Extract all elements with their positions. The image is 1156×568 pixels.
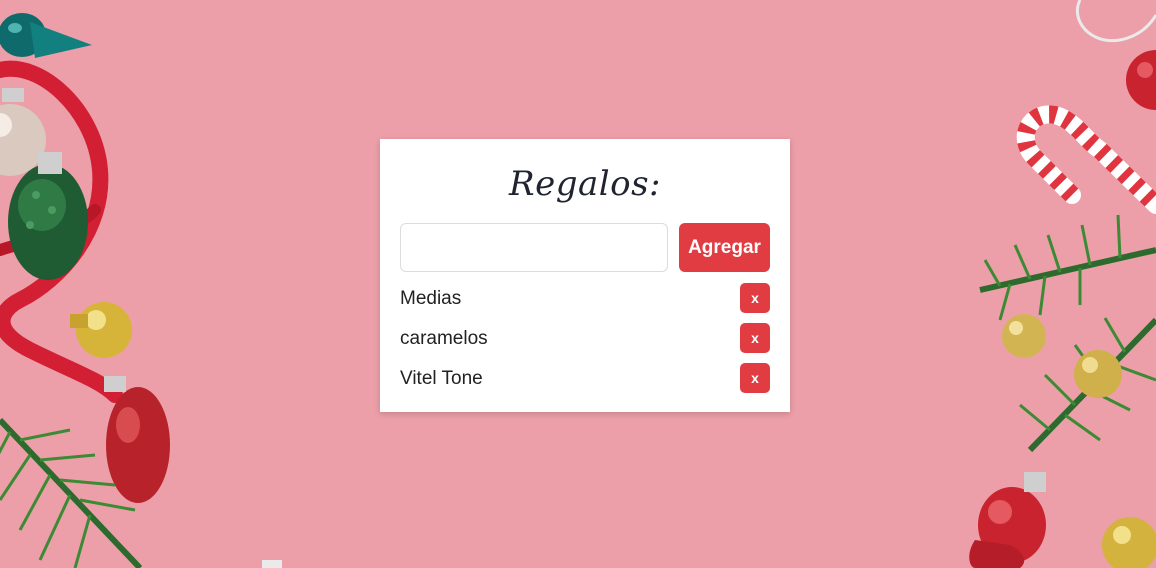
ornament-icon (262, 560, 282, 568)
list-item: caramelos x (400, 323, 770, 363)
list-item: Medias x (400, 283, 770, 323)
delete-gift-button[interactable]: x (740, 323, 770, 353)
gift-name: Medias (400, 288, 462, 309)
gift-name: Vitel Tone (400, 368, 483, 389)
gift-input[interactable] (400, 223, 668, 272)
gift-list-card: Regalos: Agregar Medias x caramelos x Vi… (380, 139, 790, 412)
list-item: Vitel Tone x (400, 363, 770, 403)
delete-gift-button[interactable]: x (740, 283, 770, 313)
gift-name: caramelos (400, 328, 488, 349)
delete-gift-button[interactable]: x (740, 363, 770, 393)
gift-list: Medias x caramelos x Vitel Tone x (400, 283, 770, 403)
page-title: Regalos: (508, 164, 661, 204)
add-gift-button[interactable]: Agregar (679, 223, 770, 272)
